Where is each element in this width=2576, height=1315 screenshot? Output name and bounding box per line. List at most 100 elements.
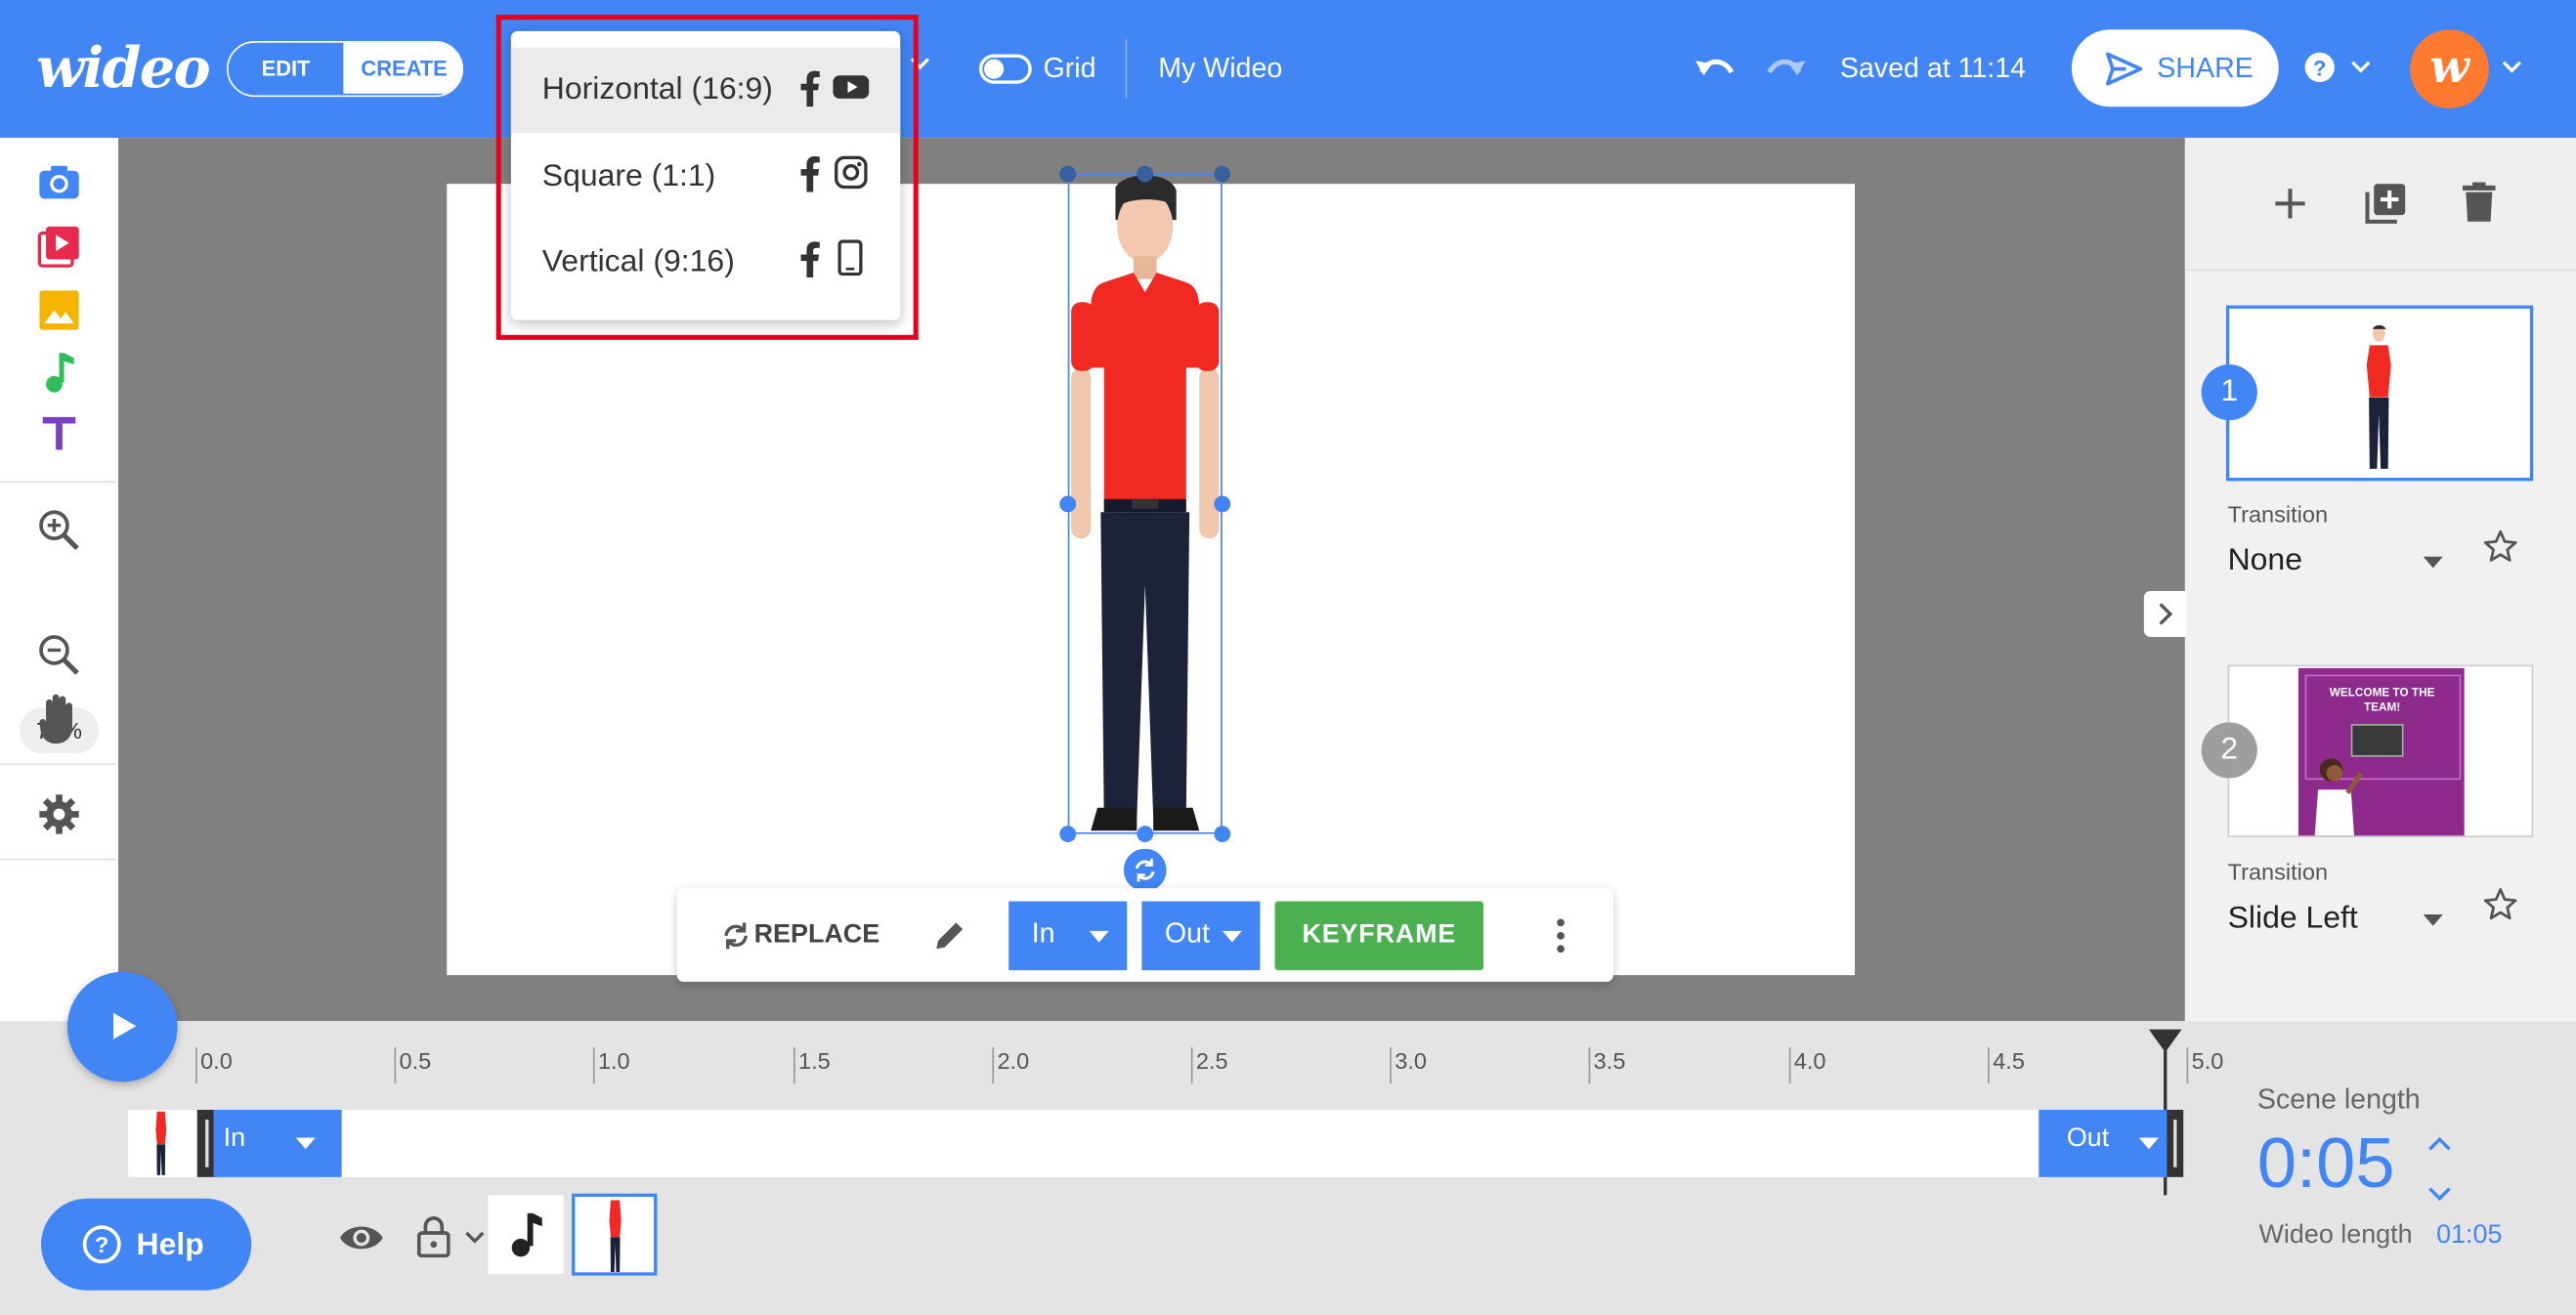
share-button[interactable]: SHARE [2071, 29, 2279, 107]
resize-handle[interactable] [1059, 165, 1077, 183]
timeline-tick [592, 1047, 595, 1084]
help-circle-icon[interactable]: ? [2303, 51, 2337, 84]
in-animation-dropdown[interactable]: In [1009, 901, 1128, 971]
track-thumbnail [131, 1111, 192, 1176]
timeline-tick [1190, 1047, 1193, 1084]
rotate-handle-icon[interactable] [1123, 848, 1167, 892]
send-icon [2105, 51, 2144, 87]
timeline-tick [1988, 1047, 1990, 1084]
music-icon[interactable] [43, 352, 76, 395]
timeline-tick-label: 4.0 [1793, 1047, 1826, 1074]
resize-handle[interactable] [1214, 165, 1231, 183]
lock-chevron-icon[interactable] [465, 1231, 485, 1244]
scene-thumbnail-1[interactable] [2225, 305, 2534, 482]
edit-mode-button[interactable]: EDIT [229, 43, 344, 94]
increase-length-chevron-icon[interactable] [2426, 1136, 2453, 1153]
video-icon[interactable] [37, 225, 81, 268]
selection-box[interactable] [1067, 174, 1223, 834]
wideo-logo: wideo [35, 35, 211, 103]
scene-thumbnail-2[interactable]: WELCOME TO THE TEAM! [2227, 664, 2534, 838]
duplicate-scene-icon[interactable] [2364, 183, 2407, 226]
replace-button[interactable]: REPLACE [754, 921, 880, 951]
out-animation-dropdown[interactable]: Out [1141, 901, 1261, 971]
caret-down-icon [1222, 930, 1242, 943]
timeline-tick-label: 3.5 [1593, 1047, 1626, 1074]
caret-down-icon[interactable] [2423, 913, 2443, 926]
timeline-tick-label: 4.5 [1993, 1047, 2025, 1074]
help-chevron-icon[interactable] [2351, 59, 2371, 73]
favorite-star-icon[interactable] [2482, 886, 2518, 922]
caret-down-icon[interactable] [2423, 556, 2443, 569]
timeline-tick [1788, 1047, 1791, 1084]
track-out-dropdown[interactable]: Out [2039, 1109, 2170, 1177]
delete-scene-icon[interactable] [2462, 182, 2496, 222]
caret-down-icon [1089, 930, 1109, 943]
replace-icon[interactable] [719, 919, 752, 953]
wideo-length-label: Wideo length [2258, 1221, 2413, 1250]
timeline-tick-label: 2.5 [1195, 1047, 1228, 1074]
track-end-handle[interactable] [2167, 1109, 2184, 1177]
scene-number-1: 1 [2201, 364, 2257, 421]
character-layer-thumbnail[interactable] [572, 1193, 658, 1276]
timeline-tick [2186, 1047, 2189, 1084]
svg-text:?: ? [95, 1232, 108, 1257]
scene-length-value[interactable]: 0:05 [2257, 1124, 2395, 1205]
svg-text:?: ? [2313, 56, 2326, 80]
scene-2-title: WELCOME TO THE TEAM! [2329, 688, 2435, 714]
timeline-tick [793, 1047, 795, 1084]
timeline-tick-label: 2.0 [997, 1047, 1030, 1074]
resize-handle[interactable] [1059, 826, 1077, 843]
add-scene-icon[interactable] [2272, 186, 2308, 222]
visibility-eye-icon[interactable] [338, 1221, 384, 1254]
play-button[interactable] [66, 971, 178, 1082]
resize-handle[interactable] [1137, 826, 1154, 843]
keyframe-button[interactable]: KEYFRAME [1274, 901, 1484, 971]
settings-gear-icon[interactable] [38, 793, 81, 836]
track-in-dropdown[interactable]: In [213, 1109, 342, 1177]
element-track[interactable] [128, 1109, 2182, 1177]
timeline-tick-label: 1.0 [597, 1047, 630, 1074]
resize-handle[interactable] [1214, 495, 1231, 513]
more-options-icon[interactable] [1556, 917, 1566, 954]
track-in-label: In [223, 1124, 246, 1153]
timeline-tick [992, 1047, 995, 1084]
grid-label: Grid [1043, 52, 1096, 84]
camera-icon[interactable] [38, 162, 81, 201]
undo-icon[interactable] [1693, 49, 1739, 88]
resize-handle[interactable] [1059, 495, 1077, 513]
wideo-length-value: 01:05 [2436, 1221, 2503, 1250]
scene-number-2: 2 [2201, 722, 2257, 779]
zoom-out-icon[interactable] [38, 634, 81, 677]
element-context-toolbar: REPLACE In Out KEYFRAME [676, 888, 1613, 982]
edit-pencil-icon[interactable] [933, 919, 966, 953]
zoom-in-icon[interactable] [38, 509, 81, 552]
out-label: Out [1164, 917, 1210, 950]
transition-select-1[interactable]: None [2228, 543, 2302, 579]
project-title[interactable]: My Wideo [1158, 53, 1282, 86]
track-out-label: Out [2066, 1124, 2110, 1153]
hand-pan-icon[interactable] [36, 693, 82, 745]
timeline-tick-label: 0.5 [399, 1047, 432, 1074]
avatar[interactable]: w [2410, 29, 2489, 108]
audio-layer-thumbnail[interactable] [488, 1195, 564, 1274]
account-chevron-icon[interactable] [2502, 59, 2522, 73]
resize-handle[interactable] [1214, 826, 1231, 843]
transition-select-2[interactable]: Slide Left [2228, 902, 2358, 938]
create-mode-button[interactable]: CREATE [343, 42, 462, 94]
redo-icon[interactable] [1763, 49, 1809, 88]
left-toolbar: 75% [0, 138, 120, 1022]
favorite-star-icon[interactable] [2482, 529, 2518, 565]
timeline-tick [1390, 1047, 1392, 1084]
collapse-panel-button[interactable] [2143, 590, 2187, 637]
share-label: SHARE [2157, 52, 2254, 84]
decrease-length-chevron-icon[interactable] [2426, 1185, 2453, 1202]
grid-switch[interactable] [978, 54, 1032, 84]
timeline-tick-label: 1.5 [798, 1047, 831, 1074]
resize-handle[interactable] [1137, 165, 1154, 183]
text-icon[interactable] [41, 413, 77, 452]
timeline-tick [195, 1047, 197, 1084]
image-icon[interactable] [39, 290, 79, 330]
lock-icon[interactable] [417, 1214, 451, 1258]
timeline-tick [394, 1047, 397, 1084]
help-button[interactable]: ? Help [41, 1198, 252, 1291]
